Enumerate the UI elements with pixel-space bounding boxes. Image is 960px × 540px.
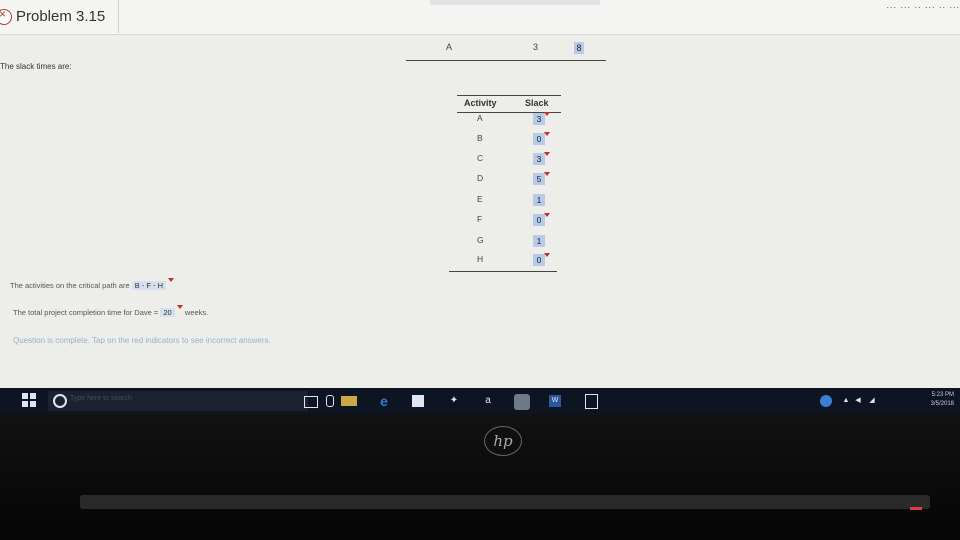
question-complete-note: Question is complete. Tap on the red ind… (13, 336, 271, 345)
activity-cell: E (477, 194, 483, 204)
amazon-icon[interactable]: a (480, 393, 496, 409)
page-title: Problem 3.15 (16, 8, 106, 25)
incorrect-indicator-icon[interactable] (544, 112, 550, 116)
app-icon[interactable] (514, 394, 530, 410)
activity-cell: G (477, 235, 484, 245)
table-row: D 5 (449, 172, 559, 190)
completion-label: The total project completion time for Da… (13, 308, 159, 317)
network-icon[interactable]: ◢ (864, 393, 880, 409)
windows-start-icon[interactable] (22, 393, 38, 409)
critical-path-text: The activities on the critical path are … (10, 278, 175, 290)
slack-answer-box[interactable]: 1 (533, 235, 545, 247)
table-row: B 0 (449, 132, 559, 150)
store-icon[interactable] (412, 395, 424, 407)
activity-cell: A (477, 113, 483, 123)
critical-path-label: The activities on the critical path are (10, 281, 130, 290)
slack-answer-box[interactable]: 1 (533, 194, 545, 206)
system-tray: ▲ ◀ ◢ 5:23 PM 3/5/2018 (820, 388, 960, 414)
tray-time: 5:23 PM (931, 392, 954, 398)
search-placeholder: Type here to search (70, 395, 132, 402)
top-row-cell-a: A (446, 42, 453, 52)
edge-browser-icon[interactable]: e (376, 393, 392, 409)
incorrect-indicator-icon[interactable] (544, 253, 550, 257)
activity-cell: D (477, 173, 484, 183)
incorrect-indicator-icon[interactable] (176, 305, 183, 309)
top-row-answer-box[interactable]: 8 (574, 42, 584, 54)
score-text: ... ... .. ... .. ... (886, 0, 960, 10)
header-activity: Activity (464, 98, 497, 108)
table-bottom-rule (449, 271, 557, 272)
critical-path-answer-box[interactable]: B - F - H (131, 281, 167, 290)
activity-cell: F (477, 214, 483, 224)
cortana-icon (53, 394, 67, 408)
file-explorer-icon[interactable] (341, 396, 357, 406)
microphone-icon[interactable] (326, 395, 334, 407)
completion-answer-box[interactable]: 20 (160, 308, 175, 317)
activity-cell: C (477, 153, 484, 163)
incorrect-indicator-icon[interactable] (544, 152, 550, 156)
tray-clock[interactable]: 5:23 PM 3/5/2018 (931, 391, 954, 409)
slack-table-header: Activity Slack (457, 95, 561, 113)
intro-text: The slack times are: (0, 62, 72, 71)
laptop-hinge (80, 495, 930, 509)
task-view-icon[interactable] (304, 396, 318, 408)
calculator-icon[interactable] (585, 394, 598, 409)
taskbar-search-box[interactable]: Type here to search (48, 391, 334, 411)
incorrect-indicator-icon[interactable] (544, 132, 550, 136)
table-row: F 0 (449, 213, 559, 231)
incorrect-indicator-icon[interactable] (544, 213, 550, 217)
table-row: G 1 (449, 234, 559, 252)
completion-units: weeks. (184, 308, 209, 317)
table-row: E 1 (449, 193, 559, 211)
power-led (910, 507, 922, 510)
tray-app-icon[interactable] (820, 395, 832, 407)
table-row: A 3 (449, 112, 559, 130)
title-box: Problem 3.15 (0, 0, 119, 33)
hp-logo: hp (484, 426, 522, 456)
activity-cell: H (477, 254, 484, 264)
header-bar: Problem 3.15 ... ... .. ... .. ... (0, 0, 960, 35)
windows-taskbar: Type here to search e ✦ a W ▲ ◀ ◢ 5:23 P… (0, 388, 960, 414)
scroll-indicator (430, 0, 600, 5)
table-row: C 3 (449, 152, 559, 170)
top-row-cell-b: 3 (533, 42, 539, 52)
incorrect-indicator-icon[interactable] (544, 172, 550, 176)
screen: Problem 3.15 ... ... .. ... .. ... The s… (0, 0, 960, 388)
previous-table-row: A 3 8 (406, 40, 606, 61)
completion-time-text: The total project completion time for Da… (13, 305, 209, 317)
dropbox-icon[interactable]: ✦ (446, 393, 462, 409)
incorrect-indicator-icon[interactable] (168, 278, 175, 282)
table-row: H 0 (449, 253, 559, 271)
incorrect-status-icon (0, 7, 12, 25)
word-icon[interactable]: W (549, 395, 561, 407)
activity-cell: B (477, 133, 483, 143)
laptop-bezel (0, 414, 960, 540)
header-slack: Slack (525, 98, 549, 108)
tray-date: 3/5/2018 (930, 401, 954, 407)
